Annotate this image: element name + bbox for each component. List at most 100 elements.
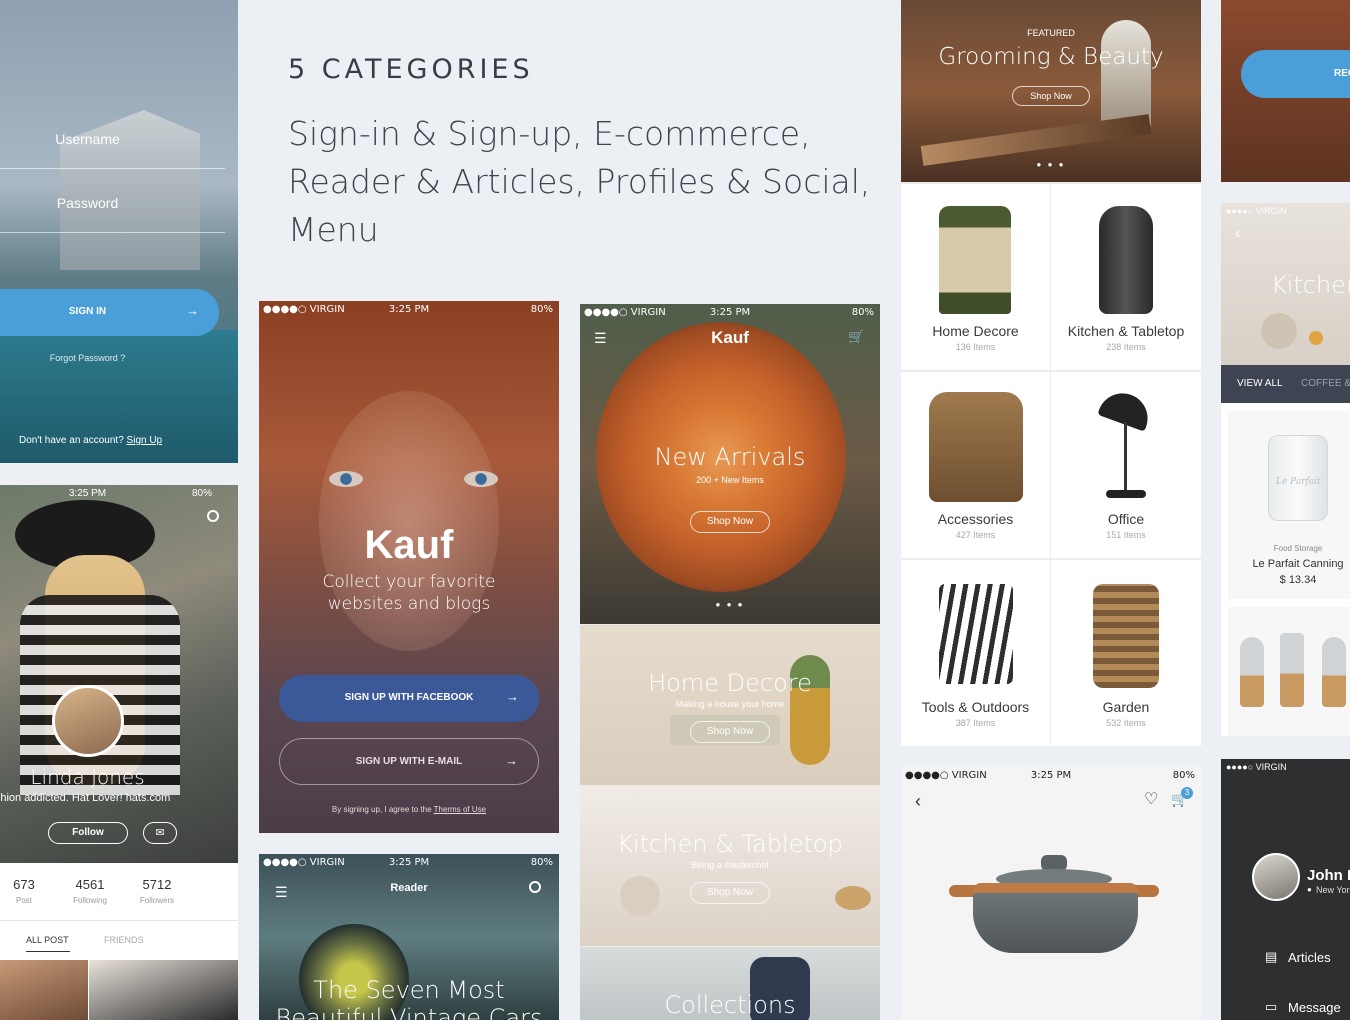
- category-subtitle: Being a masterchef: [691, 860, 769, 870]
- signin-panel: Username Password SIGN IN → Forgot Passw…: [0, 0, 238, 463]
- brand-logo: Kauf: [364, 523, 454, 567]
- eye: [464, 471, 498, 487]
- reader-title: Reader: [390, 882, 428, 894]
- status-battery: 80%: [530, 304, 553, 315]
- carousel-dots: ● ● ●: [1036, 160, 1066, 169]
- category-name: Kitchen & Tabletop: [1067, 323, 1185, 339]
- email-signup-label: SIGN UP WITH E-MAIL: [355, 756, 463, 767]
- cheese-knife-image: [1322, 637, 1346, 707]
- shop-now-button[interactable]: Shop Now: [690, 721, 770, 743]
- heart-icon[interactable]: ♡: [1144, 789, 1158, 809]
- mail-icon[interactable]: ✉: [143, 822, 177, 844]
- jar-label: Le Parfait: [1276, 477, 1321, 487]
- shop-now-button[interactable]: Shop Now: [1012, 86, 1090, 106]
- signin-button[interactable]: SIGN IN →: [0, 289, 219, 336]
- back-chevron-icon[interactable]: ‹: [915, 791, 921, 812]
- status-bar: ●●●●○ VIRGIN 3:25 PM 80%: [259, 854, 559, 872]
- no-account-text: Don't have an account?: [19, 435, 124, 446]
- category-office[interactable]: Office 151 Items: [1051, 372, 1201, 558]
- category-name: Home Decore: [932, 323, 1019, 339]
- product-price: $ 13.34: [1279, 574, 1317, 586]
- stat-following: 4561 Following: [62, 877, 118, 905]
- lamp-base: [1106, 490, 1146, 498]
- facebook-signup-button[interactable]: SIGN UP WITH FACEBOOK →: [279, 675, 539, 722]
- signup-prompt: Don't have an account? Sign Up: [19, 435, 162, 446]
- razor-image: [920, 114, 1152, 166]
- stat-value: 5712: [142, 877, 172, 892]
- category-home-decore[interactable]: Home Decore 136 Items: [901, 184, 1050, 370]
- category-count: 532 Items: [1106, 718, 1146, 728]
- category-name: Tools & Outdoors: [921, 699, 1030, 715]
- category-title: Collections: [664, 991, 796, 1019]
- shop-now-button[interactable]: Shop Now: [690, 511, 770, 533]
- shop-now-button[interactable]: Shop Now: [690, 882, 770, 904]
- stat-label: Post: [15, 896, 32, 905]
- status-carrier: ●●●●○ VIRGIN: [1226, 206, 1287, 216]
- post-thumbnail[interactable]: [89, 960, 238, 1020]
- profile-name: Linda Jones: [30, 765, 145, 789]
- arrow-right-icon: →: [505, 753, 518, 768]
- category-card-collections[interactable]: Collections: [580, 947, 880, 1020]
- signup-link[interactable]: Sign Up: [127, 435, 163, 446]
- reader-panel: ●●●●○ VIRGIN 3:25 PM 80% ☰ Reader The Se…: [259, 854, 559, 1020]
- shop-brand: Kauf: [711, 328, 749, 347]
- product-card[interactable]: Le Parfait Food Storage Le Parfait Canni…: [1228, 411, 1350, 599]
- menu-item-label: Message: [1288, 1000, 1341, 1015]
- status-time: 3:25 PM: [388, 857, 430, 868]
- category-title: Kitchen & Tabletop: [617, 830, 843, 858]
- category-name: Garden: [1102, 699, 1150, 715]
- tab-view-all[interactable]: VIEW ALL: [1237, 378, 1283, 389]
- menu-avatar: [1252, 853, 1300, 901]
- menu-item-message[interactable]: ▭ Message: [1265, 999, 1350, 1019]
- tab-all-post[interactable]: ALL POST: [26, 935, 69, 945]
- wine-bottle-image: [939, 206, 1011, 314]
- product-card[interactable]: [1228, 607, 1350, 736]
- featured-banner[interactable]: FEATURED Grooming & Beauty Shop Now ● ● …: [901, 0, 1201, 182]
- facebook-signup-label: SIGN UP WITH FACEBOOK: [344, 692, 474, 703]
- username-field[interactable]: Username: [0, 131, 175, 147]
- category-name: Office: [1107, 511, 1145, 527]
- category-kitchen-tabletop[interactable]: Kitchen & Tabletop 238 Items: [1051, 184, 1201, 370]
- profile-panel: 3:25 PM 80% Linda Jones Fashion addicted…: [0, 485, 238, 1020]
- featured-label: FEATURED: [1027, 28, 1075, 38]
- shop-panel: ●●●●○ VIRGIN 3:25 PM 80% ☰ Kauf 🛒 New Ar…: [580, 304, 880, 1020]
- stat-label: Followers: [139, 896, 175, 905]
- stat-post: 673 Post: [0, 877, 48, 905]
- follow-button[interactable]: Follow: [48, 822, 128, 844]
- product-name: Le Parfait Canning: [1252, 558, 1344, 570]
- stat-label: Following: [73, 896, 107, 905]
- category-accessories[interactable]: Accessories 427 Items: [901, 372, 1050, 558]
- article-headline[interactable]: The Seven Most Beautiful Vintage Cars: [269, 976, 549, 1020]
- category-card-home[interactable]: Home Decore Making a house your home Sho…: [580, 625, 880, 785]
- category-garden[interactable]: Garden 532 Items: [1051, 560, 1201, 746]
- kitchen-title: Kitchen: [1271, 271, 1350, 299]
- category-tools-outdoors[interactable]: Tools & Outdoors 387 Items: [901, 560, 1050, 746]
- category-title: Home Decore: [648, 669, 812, 697]
- menu-item-articles[interactable]: ▤ Articles: [1265, 949, 1350, 969]
- intro-body: Sign-in & Sign-up, E-commerce, Reader & …: [288, 114, 871, 249]
- tab-coffee[interactable]: COFFEE &: [1301, 378, 1350, 389]
- back-chevron-icon[interactable]: ‹: [1235, 225, 1240, 243]
- tab-friends[interactable]: FRIENDS: [104, 935, 144, 945]
- arrow-right-icon: →: [506, 689, 519, 704]
- status-time: 3:25 PM: [388, 304, 430, 315]
- category-count: 238 Items: [1106, 342, 1146, 352]
- basket-image: [1093, 584, 1159, 688]
- email-signup-button[interactable]: SIGN UP WITH E-MAIL →: [279, 738, 539, 785]
- terms-link[interactable]: Therms of Use: [434, 805, 486, 814]
- hero-title: New Arrivals: [654, 443, 806, 471]
- status-time: 3:25 PM: [709, 307, 751, 318]
- stat-value: 4561: [75, 877, 105, 892]
- forgot-password-link[interactable]: Forgot Password ?: [0, 353, 175, 363]
- menu-item-label: Articles: [1288, 950, 1331, 965]
- post-thumbnail[interactable]: [0, 960, 88, 1020]
- menu-panel: ●●●●○ VIRGIN John D ● New Yor ▤ Articles…: [1221, 759, 1350, 1020]
- register-button[interactable]: REG: [1241, 50, 1350, 98]
- category-card-kitchen[interactable]: Kitchen & Tabletop Being a masterchef Sh…: [580, 786, 880, 946]
- search-icon[interactable]: [207, 510, 219, 522]
- password-field[interactable]: Password: [0, 195, 175, 211]
- cart-icon[interactable]: 🛒: [848, 329, 864, 345]
- category-subtitle: Making a house your home: [675, 699, 785, 709]
- twine-image: [620, 876, 660, 916]
- search-icon[interactable]: [529, 881, 541, 893]
